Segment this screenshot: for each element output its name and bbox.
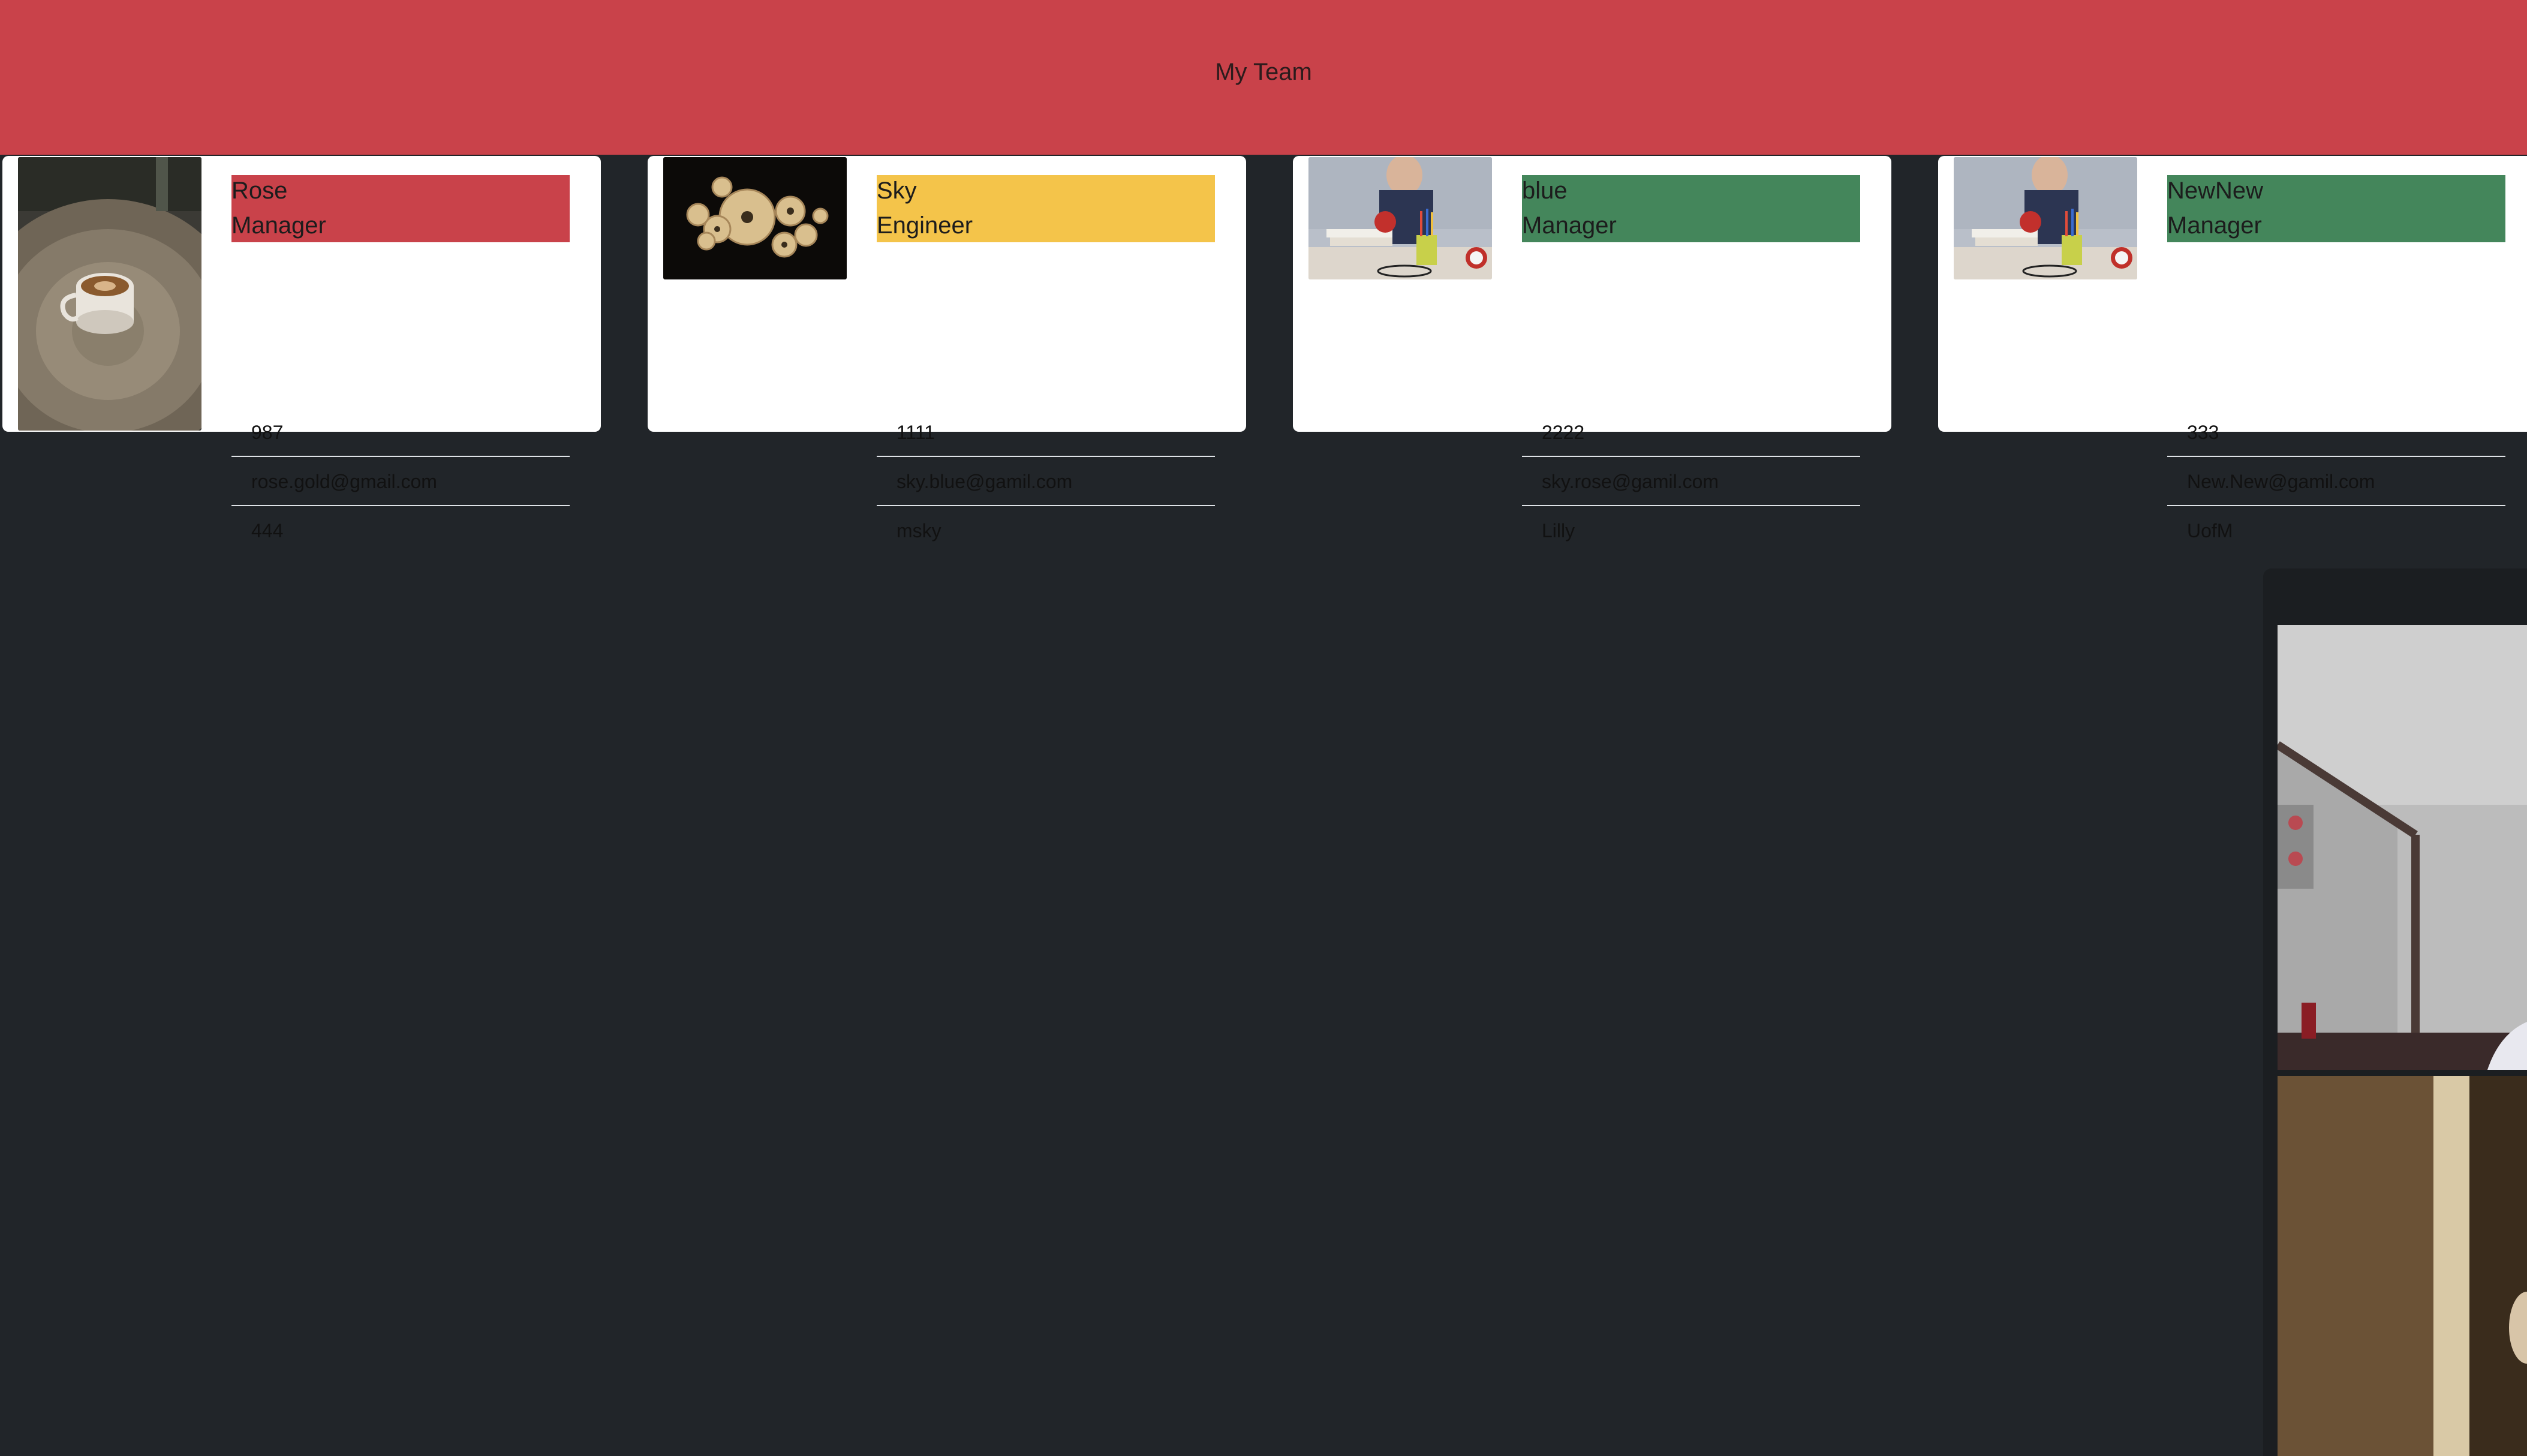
member-name: blue xyxy=(1522,178,1568,204)
member-email: sky.blue@gamil.com xyxy=(877,457,1215,506)
camera-feed-icon xyxy=(2278,625,2527,1070)
member-photo xyxy=(18,157,201,431)
member-role: Manager xyxy=(1522,212,1617,239)
member-photo xyxy=(1308,157,1492,279)
team-member-card: blue Manager 2222 sky.rose@gamil.com Lilly xyxy=(1293,156,1891,542)
member-id: 2222 xyxy=(1522,408,1860,457)
page-title: My Team xyxy=(1215,58,1312,85)
video-feed-bottom[interactable] xyxy=(2278,1076,2527,1456)
student-desk-photo-icon xyxy=(1954,157,2137,279)
student-desk-photo-icon xyxy=(1308,157,1492,279)
camera-feed-icon xyxy=(2278,1076,2527,1456)
member-name: Sky xyxy=(877,178,917,204)
app-header: My Team xyxy=(0,0,2527,155)
member-name: Rose xyxy=(231,178,288,204)
member-role: Manager xyxy=(231,212,326,239)
member-info-list: 2222 sky.rose@gamil.com Lilly xyxy=(1522,408,1860,555)
member-info-list: 333 New.New@gamil.com UofM xyxy=(2167,408,2505,555)
team-member-card: Rose Manager 987 rose.gold@gmail.com 444 xyxy=(2,156,601,542)
member-info-list: 1111 sky.blue@gamil.com msky xyxy=(877,408,1215,555)
member-email: New.New@gamil.com xyxy=(2167,457,2505,506)
member-role-header: blue Manager xyxy=(1522,175,1860,242)
member-email: sky.rose@gamil.com xyxy=(1522,457,1860,506)
member-role-header: Sky Engineer xyxy=(877,175,1215,242)
member-extra: 444 xyxy=(251,520,284,542)
member-extra: Lilly xyxy=(1542,520,1575,542)
member-id: 333 xyxy=(2167,408,2505,457)
video-feed-top[interactable] xyxy=(2278,625,2527,1070)
member-role-header: Rose Manager xyxy=(231,175,570,242)
member-role: Engineer xyxy=(877,212,973,239)
coffee-cup-photo-icon xyxy=(18,157,201,431)
member-role: Manager xyxy=(2167,212,2262,239)
team-member-card: Sky Engineer 1111 sky.blue@gamil.com msky xyxy=(648,156,1246,542)
member-extra: UofM xyxy=(2187,520,2233,542)
member-id: 987 xyxy=(231,408,570,457)
gears-photo-icon xyxy=(663,157,847,279)
member-info-list: 987 rose.gold@gmail.com 444 xyxy=(231,408,570,555)
member-extra: msky xyxy=(897,520,941,542)
member-role-header: NewNew Manager xyxy=(2167,175,2505,242)
team-member-card: NewNew Manager 333 New.New@gamil.com UofM xyxy=(1938,156,2527,542)
member-name: NewNew xyxy=(2167,178,2264,204)
member-photo xyxy=(1954,157,2137,279)
member-photo xyxy=(663,157,847,279)
member-id: 1111 xyxy=(877,408,1215,457)
member-email: rose.gold@gmail.com xyxy=(231,457,570,506)
video-call-panel[interactable] xyxy=(2263,568,2527,1456)
